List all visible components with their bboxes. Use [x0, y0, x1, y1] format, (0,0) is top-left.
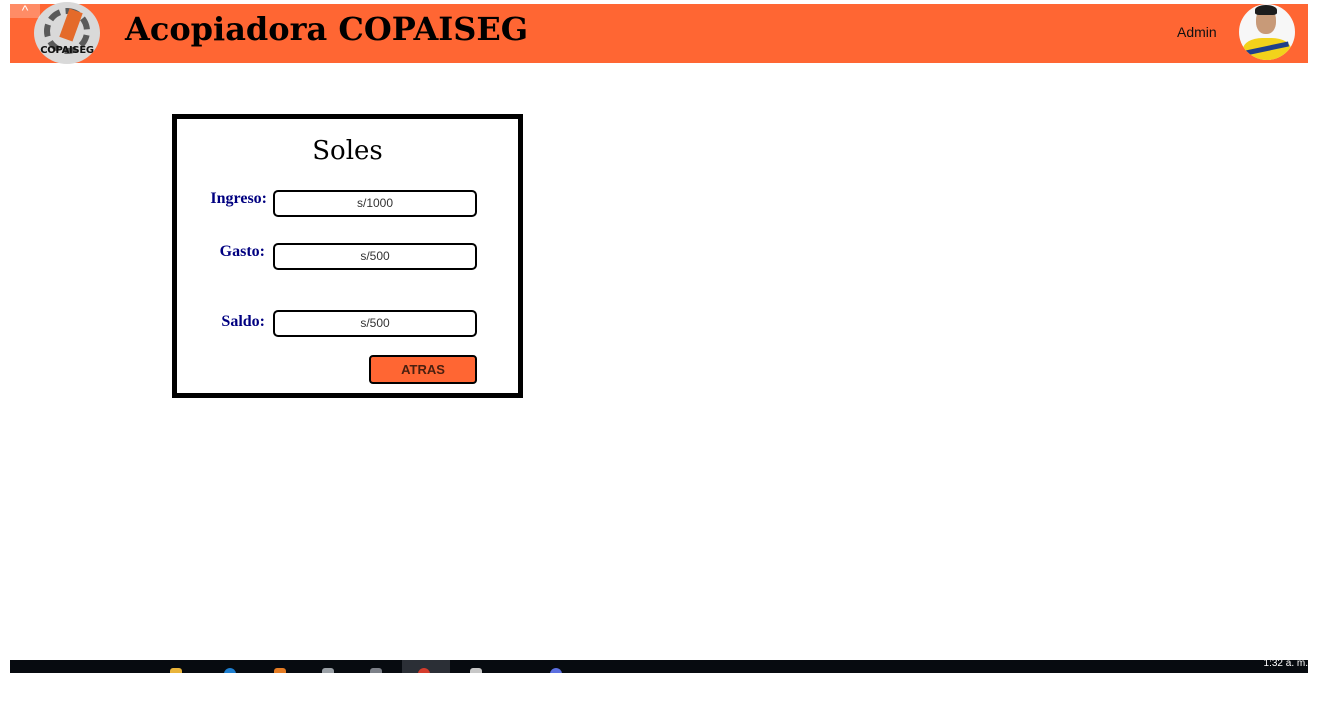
soles-panel: Soles Ingreso: s/1000 Gasto: s/500 Saldo… [172, 114, 523, 398]
avatar-hair [1255, 5, 1277, 15]
chrome-icon[interactable] [418, 668, 430, 673]
copaiseg-logo[interactable]: COPAISEG [34, 2, 100, 64]
app-title: Acopiadora COPAISEG [125, 10, 529, 48]
saldo-label: Saldo: [221, 313, 265, 330]
folder-icon[interactable] [170, 668, 182, 673]
gasto-label: Gasto: [219, 243, 265, 260]
chat-icon[interactable] [550, 668, 562, 673]
chevron-up-icon[interactable]: ^ [10, 3, 40, 18]
media-icon[interactable] [470, 668, 482, 673]
avatar[interactable] [1239, 4, 1295, 60]
app-header: COPAISEG ^ Acopiadora COPAISEG Admin [10, 2, 1308, 64]
paint-icon[interactable] [322, 668, 334, 673]
window-icon[interactable] [370, 668, 382, 673]
taskbar: 1:32 a. m. [10, 660, 1308, 673]
gasto-field[interactable]: s/500 [273, 243, 477, 270]
panel-title: Soles [312, 136, 383, 166]
ingreso-label: Ingreso: [210, 190, 267, 207]
ingreso-field[interactable]: s/1000 [273, 190, 477, 217]
logo-text: COPAISEG [40, 45, 94, 56]
browser-icon[interactable] [224, 668, 236, 673]
taskbar-clock[interactable]: 1:32 a. m. [1264, 660, 1308, 669]
app-icon[interactable] [274, 668, 286, 673]
saldo-field[interactable]: s/500 [273, 310, 477, 337]
user-name[interactable]: Admin [1177, 24, 1217, 40]
back-button[interactable]: ATRAS [369, 355, 477, 384]
